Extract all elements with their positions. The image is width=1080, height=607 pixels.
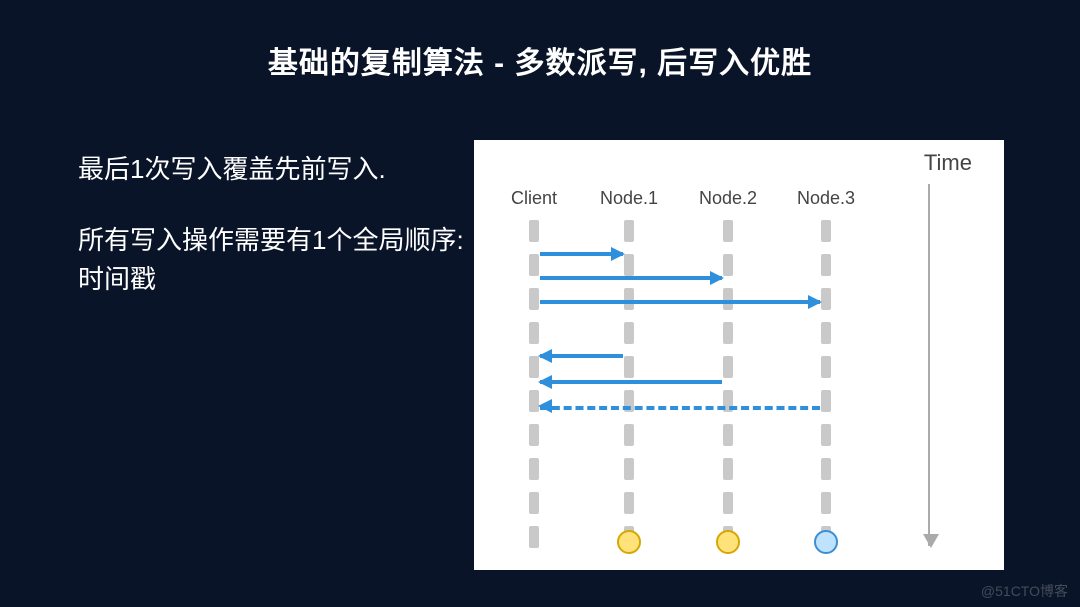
marker-0	[617, 530, 641, 554]
timeline-diagram: Time Client Node.1 Node.2 Node.3	[474, 140, 1004, 570]
arrow-0	[540, 252, 623, 256]
lifeline-2	[723, 220, 733, 560]
arrow-5	[540, 406, 820, 410]
lifeline-3	[821, 220, 831, 560]
lifeline-1	[624, 220, 634, 560]
body-line-2b: 时间戳	[78, 260, 464, 299]
marker-1	[716, 530, 740, 554]
col-label-1: Node.1	[600, 188, 658, 209]
arrow-2	[540, 300, 820, 304]
slide-title: 基础的复制算法 - 多数派写, 后写入优胜	[0, 0, 1080, 82]
slide-body: 最后1次写入覆盖先前写入. 所有写入操作需要有1个全局顺序: 时间戳	[78, 150, 464, 299]
col-label-3: Node.3	[797, 188, 855, 209]
time-axis-arrow	[928, 184, 930, 546]
col-label-0: Client	[511, 188, 557, 209]
arrow-4	[540, 380, 722, 384]
lifeline-0	[529, 220, 539, 560]
marker-2	[814, 530, 838, 554]
col-label-2: Node.2	[699, 188, 757, 209]
arrow-3	[540, 354, 623, 358]
watermark: @51CTO博客	[981, 581, 1068, 601]
body-line-1: 最后1次写入覆盖先前写入.	[78, 150, 464, 189]
time-label: Time	[924, 150, 972, 176]
arrow-1	[540, 276, 722, 280]
body-line-2a: 所有写入操作需要有1个全局顺序:	[78, 221, 464, 260]
